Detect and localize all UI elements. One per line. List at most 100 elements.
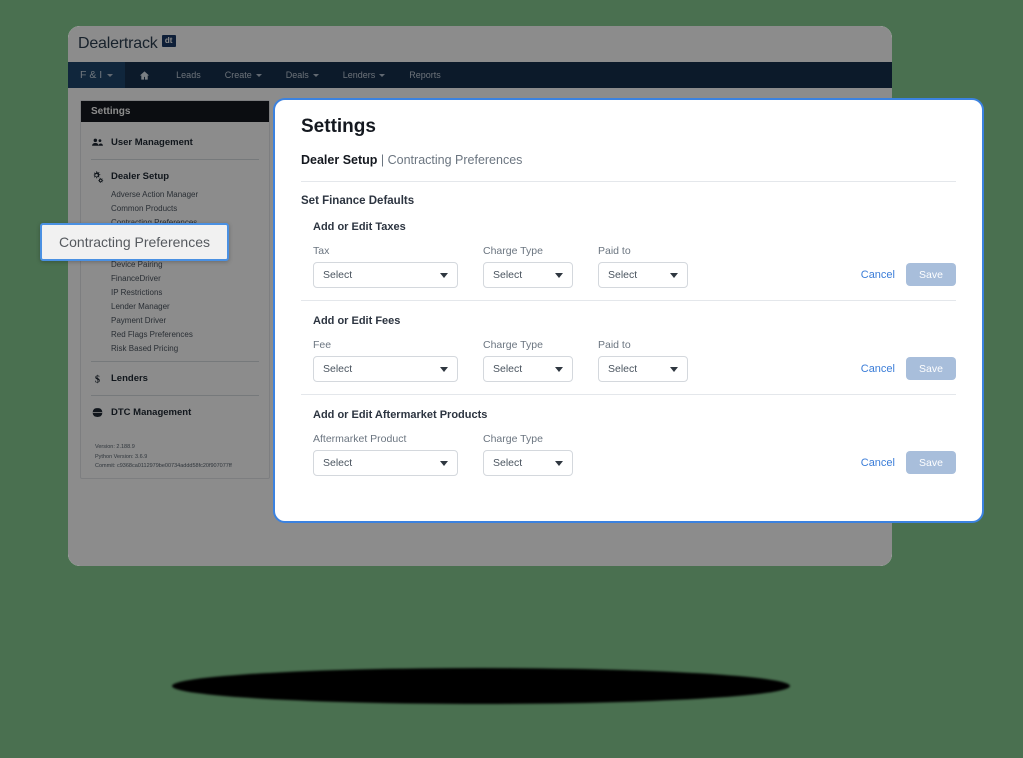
sidebar-subitem-ip-restrictions[interactable]: IP Restrictions [91, 285, 259, 299]
chevron-down-icon [107, 73, 114, 77]
brand-bar: Dealertrack dt [68, 26, 892, 62]
tax-select-value: Select [323, 269, 353, 281]
nav-item-label: Create [224, 70, 252, 80]
dollar-icon: $ [91, 372, 104, 385]
sidebar-item-lenders[interactable]: $ Lenders [91, 368, 259, 389]
aftermarket-charge-type-select[interactable]: Select [483, 450, 573, 476]
breadcrumb-parent[interactable]: Dealer Setup [301, 153, 377, 167]
aftermarket-charge-type-label: Charge Type [483, 433, 543, 445]
taxes-block: Add or Edit Taxes Tax Select Charge Type… [301, 207, 956, 300]
aftermarket-charge-type-value: Select [493, 457, 523, 469]
sidebar-group-dtc-management: DTC Management [91, 395, 259, 429]
sidebar-item-user-management[interactable]: User Management [91, 132, 259, 153]
nav-item-deals[interactable]: Deals [274, 62, 331, 88]
app-version: Version: 2.188.9 [95, 444, 135, 450]
section-title: Set Finance Defaults [301, 195, 415, 207]
taxes-block-heading: Add or Edit Taxes [313, 221, 406, 233]
tax-charge-type-label: Charge Type [483, 245, 543, 257]
aftermarket-product-value: Select [323, 457, 353, 469]
aftermarket-product-select[interactable]: Select [313, 450, 458, 476]
sidebar-subitem-financedriver[interactable]: FinanceDriver [91, 271, 259, 285]
nav-item-label: Leads [176, 70, 201, 80]
fee-charge-type-label: Charge Type [483, 339, 543, 351]
tax-charge-type-value: Select [493, 269, 523, 281]
sidebar-subitem-lender-manager[interactable]: Lender Manager [91, 299, 259, 313]
tax-paid-to-label: Paid to [598, 245, 631, 257]
sidebar-subitem-red-flags-preferences[interactable]: Red Flags Preferences [91, 327, 259, 341]
settings-sidebar: Settings User Management Dealer Setup Ad… [80, 100, 270, 479]
contracting-preferences-callout[interactable]: Contracting Preferences [40, 223, 229, 261]
nav-item-label: Lenders [342, 70, 376, 80]
sidebar-item-label: DTC Management [111, 407, 192, 418]
sidebar-item-dtc-management[interactable]: DTC Management [91, 402, 259, 423]
sidebar-item-label: User Management [111, 137, 193, 148]
aftermarket-cancel-link[interactable]: Cancel [861, 457, 895, 469]
taxes-row-actions: Cancel Save [861, 263, 956, 288]
top-navigation-bar: F & I Leads Create Deals Lenders Reports [68, 62, 892, 88]
chevron-down-icon [440, 366, 448, 372]
chevron-down-icon [670, 272, 678, 278]
nav-product-label: F & I [80, 69, 103, 81]
callout-label: Contracting Preferences [59, 234, 210, 250]
fee-select[interactable]: Select [313, 356, 458, 382]
globe-icon [91, 406, 104, 419]
sidebar-group-user-management: User Management [91, 126, 259, 159]
chevron-down-icon [555, 272, 563, 278]
fees-row-actions: Cancel Save [861, 357, 956, 382]
taxes-cancel-link[interactable]: Cancel [861, 269, 895, 281]
sidebar-subitem-risk-based-pricing[interactable]: Risk Based Pricing [91, 341, 259, 355]
fee-paid-to-select[interactable]: Select [598, 356, 688, 382]
aftermarket-block: Add or Edit Aftermarket Products Afterma… [301, 395, 956, 488]
sidebar-group-lenders: $ Lenders [91, 361, 259, 395]
taxes-save-button[interactable]: Save [906, 263, 956, 286]
nav-item-create[interactable]: Create [213, 62, 274, 88]
sidebar-subitem-adverse-action-manager[interactable]: Adverse Action Manager [91, 187, 259, 201]
tax-select[interactable]: Select [313, 262, 458, 288]
gears-icon [91, 170, 104, 183]
fees-cancel-link[interactable]: Cancel [861, 363, 895, 375]
aftermarket-product-label: Aftermarket Product [313, 433, 407, 445]
svg-text:$: $ [95, 374, 100, 385]
sidebar-header: Settings [81, 101, 269, 122]
chevron-down-icon [440, 272, 448, 278]
fee-charge-type-select[interactable]: Select [483, 356, 573, 382]
brand-logo-text: Dealertrack [78, 35, 158, 52]
nav-product-switcher[interactable]: F & I [68, 62, 126, 88]
nav-item-home[interactable] [125, 62, 164, 88]
fee-charge-type-value: Select [493, 363, 523, 375]
aftermarket-row-actions: Cancel Save [861, 451, 956, 476]
aftermarket-block-heading: Add or Edit Aftermarket Products [313, 409, 488, 421]
nav-item-lenders[interactable]: Lenders [331, 62, 398, 88]
version-info: Version: 2.188.9 Python Version: 3.6.9 C… [91, 443, 259, 472]
fees-save-button[interactable]: Save [906, 357, 956, 380]
nav-item-leads[interactable]: Leads [164, 62, 213, 88]
taxes-form-row: Tax Select Charge Type Select Paid to Se… [313, 245, 956, 288]
fees-form-row: Fee Select Charge Type Select Paid to Se… [313, 339, 956, 382]
sidebar-subitem-payment-driver[interactable]: Payment Driver [91, 313, 259, 327]
tax-paid-to-field: Paid to Select [598, 245, 688, 288]
sidebar-subitem-common-products[interactable]: Common Products [91, 201, 259, 215]
tax-field-label: Tax [313, 245, 330, 257]
sidebar-item-dealer-setup[interactable]: Dealer Setup [91, 166, 259, 187]
fees-block: Add or Edit Fees Fee Select Charge Type … [301, 301, 956, 394]
chevron-down-icon [312, 73, 319, 77]
home-icon [140, 70, 150, 80]
fees-block-heading: Add or Edit Fees [313, 315, 401, 327]
sidebar-item-label: Lenders [111, 373, 148, 384]
sidebar-body: User Management Dealer Setup Adverse Act… [81, 122, 269, 478]
fee-paid-to-label: Paid to [598, 339, 631, 351]
tax-paid-to-value: Select [608, 269, 638, 281]
nav-item-reports[interactable]: Reports [397, 62, 453, 88]
fee-charge-type-field: Charge Type Select [483, 339, 573, 382]
breadcrumb-separator: | [377, 153, 388, 167]
chevron-down-icon [670, 366, 678, 372]
dealertrack-logo-icon: dt [161, 35, 176, 47]
breadcrumb: Dealer Setup | Contracting Preferences [301, 153, 956, 167]
tax-paid-to-select[interactable]: Select [598, 262, 688, 288]
commit-hash: Commit: c9368ca0112979be00734addd58fc20f… [95, 463, 232, 470]
aftermarket-save-button[interactable]: Save [906, 451, 956, 474]
fee-paid-to-value: Select [608, 363, 638, 375]
fee-field: Fee Select [313, 339, 458, 382]
tax-charge-type-select[interactable]: Select [483, 262, 573, 288]
sidebar-item-label: Dealer Setup [111, 171, 170, 182]
